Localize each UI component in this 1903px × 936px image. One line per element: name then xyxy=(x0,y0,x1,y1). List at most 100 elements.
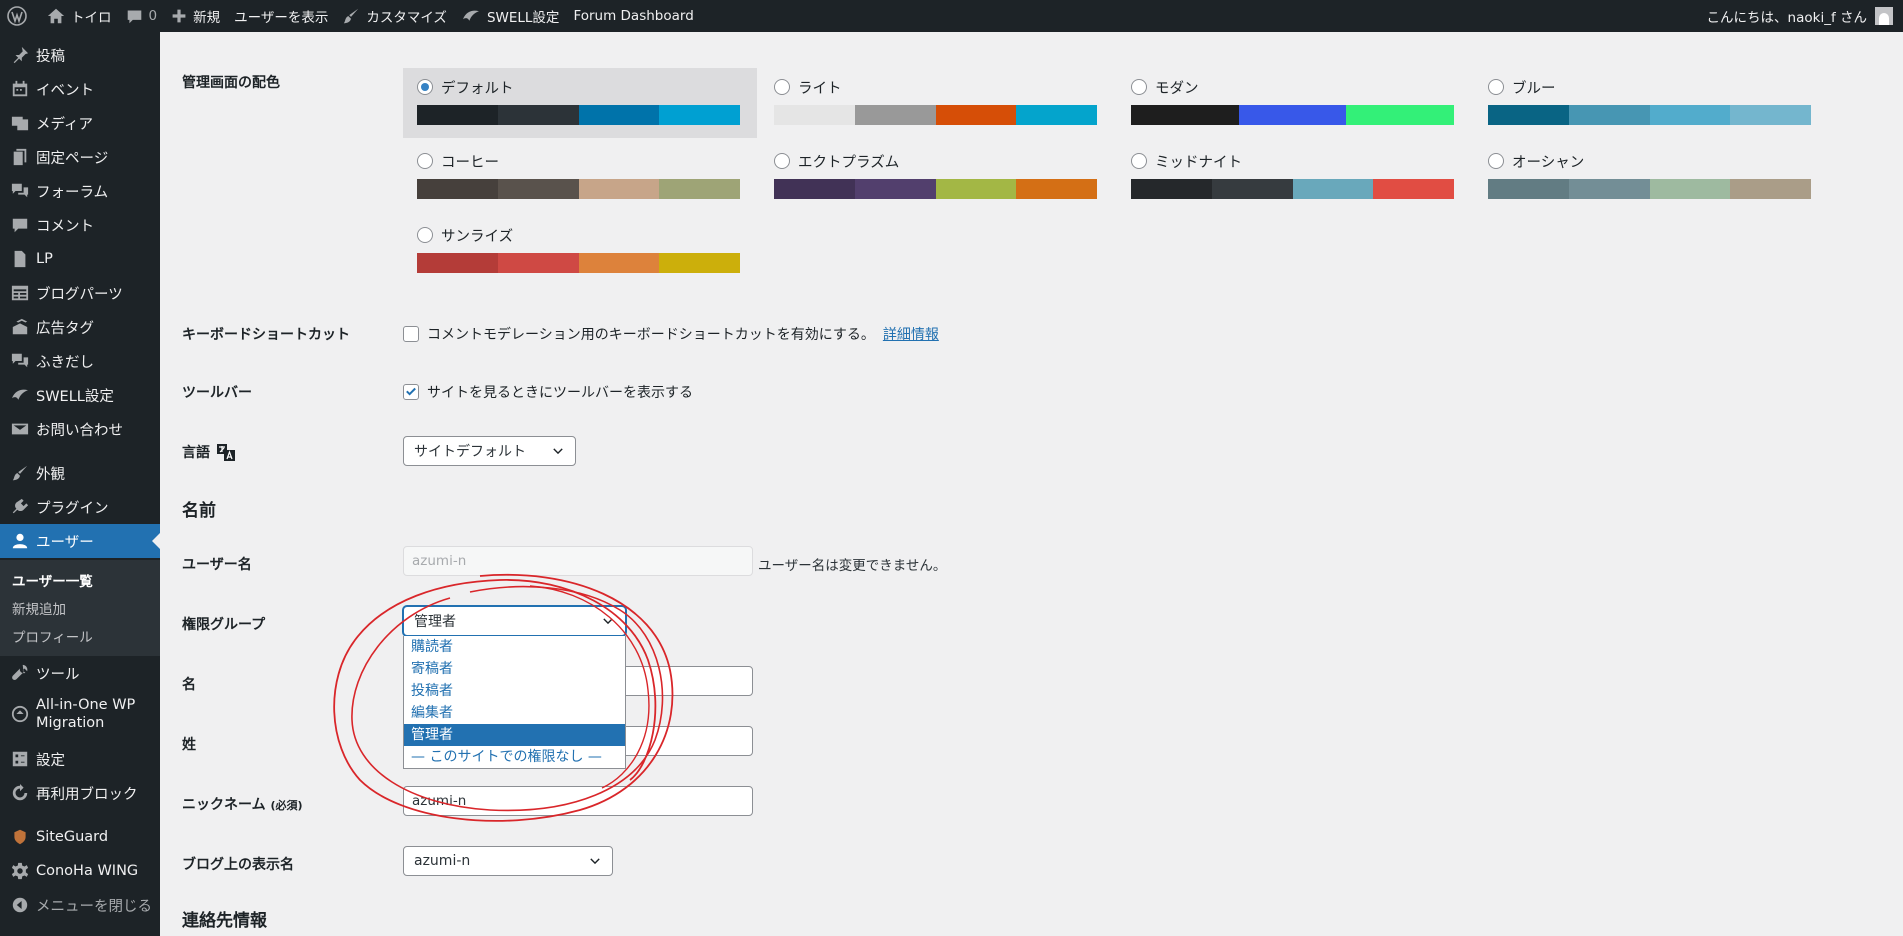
sidebar-item-appearance[interactable]: 外観 xyxy=(0,456,160,490)
sidebar-item-settings[interactable]: 設定 xyxy=(0,742,160,776)
sidebar-item-siteguard[interactable]: SiteGuard xyxy=(0,820,160,854)
sidebar-item-tools[interactable]: ツール xyxy=(0,656,160,690)
sidebar-item-lp[interactable]: LP xyxy=(0,242,160,276)
role-option-author[interactable]: 投稿者 xyxy=(404,680,625,702)
admin-sidebar: 投稿 イベント メディア 固定ページ フォーラム コメント LP ブログパーツ … xyxy=(0,32,160,936)
collapse-menu-button[interactable]: メニューを閉じる xyxy=(0,888,160,922)
sidebar-item-migration[interactable]: All-in-One WP Migration xyxy=(0,690,160,738)
shield-icon xyxy=(10,827,30,847)
role-option-editor[interactable]: 編集者 xyxy=(404,702,625,724)
settings-icon xyxy=(10,749,30,769)
sidebar-item-events[interactable]: イベント xyxy=(0,72,160,106)
view-user-link[interactable]: ユーザーを表示 xyxy=(227,0,335,32)
profile-form: 管理画面の配色 デフォルト ライト モダン ブルー コーヒー エクトプラズム ミ… xyxy=(160,32,1903,936)
scheme-radio[interactable] xyxy=(1131,79,1147,95)
role-option-none[interactable]: — このサイトでの権限なし — xyxy=(404,746,625,768)
sidebar-item-users[interactable]: ユーザー xyxy=(0,524,160,558)
role-option-contributor[interactable]: 寄稿者 xyxy=(404,658,625,680)
sidebar-item-reusable-blocks[interactable]: 再利用ブロック xyxy=(0,776,160,810)
my-account-link[interactable]: こんにちは、naoki_f さん xyxy=(1700,0,1893,32)
comment-icon xyxy=(10,215,30,235)
stack-icon xyxy=(10,317,30,337)
gear-icon xyxy=(10,861,30,881)
users-submenu: ユーザー一覧 新規追加 プロフィール xyxy=(0,560,160,656)
scheme-radio[interactable] xyxy=(417,227,433,243)
pin-icon xyxy=(10,45,30,65)
username-field: azumi-n xyxy=(403,546,753,576)
submenu-profile[interactable]: プロフィール xyxy=(0,624,160,652)
sidebar-item-swell[interactable]: SWELL設定 xyxy=(0,378,160,412)
table-icon xyxy=(10,283,30,303)
avatar xyxy=(1875,7,1893,25)
role-option-subscriber[interactable]: 購読者 xyxy=(404,636,625,658)
scheme-midnight[interactable]: ミッドナイト xyxy=(1117,142,1471,212)
sidebar-item-blog-parts[interactable]: ブログパーツ xyxy=(0,276,160,310)
sidebar-item-comments[interactable]: コメント xyxy=(0,208,160,242)
forum-dashboard-link[interactable]: Forum Dashboard xyxy=(566,0,700,32)
site-name-link[interactable]: トイロ xyxy=(40,0,119,32)
color-palette xyxy=(417,253,740,273)
scheme-default[interactable]: デフォルト xyxy=(403,68,757,138)
document-icon xyxy=(10,249,30,269)
sidebar-item-plugins[interactable]: プラグイン xyxy=(0,490,160,524)
keyboard-shortcuts-checkbox[interactable] xyxy=(403,326,419,342)
scheme-ectoplasm[interactable]: エクトプラズム xyxy=(760,142,1114,212)
sidebar-item-conoha[interactable]: ConoHa WING xyxy=(0,854,160,888)
wrench-icon xyxy=(10,663,30,683)
role-select[interactable]: 管理者 xyxy=(403,606,626,636)
sidebar-item-ad-tags[interactable]: 広告タグ xyxy=(0,310,160,344)
swell-settings-link[interactable]: SWELL設定 xyxy=(454,0,567,32)
scheme-radio[interactable] xyxy=(417,153,433,169)
submenu-add-new[interactable]: 新規追加 xyxy=(0,596,160,624)
scheme-ocean[interactable]: オーシャン xyxy=(1474,142,1828,212)
chevron-down-icon xyxy=(590,858,600,865)
display-name-label: ブログ上の表示名 xyxy=(182,857,294,873)
sidebar-item-contact[interactable]: お問い合わせ xyxy=(0,412,160,446)
comments-link[interactable]: 0 xyxy=(119,0,165,32)
plugin-icon xyxy=(10,497,30,517)
swell-icon xyxy=(462,10,479,21)
scheme-radio[interactable] xyxy=(1488,79,1504,95)
name-section-title: 名前 xyxy=(182,501,216,521)
first-name-label: 名 xyxy=(182,677,196,693)
language-select[interactable]: サイトデフォルト xyxy=(403,436,576,466)
color-palette xyxy=(1488,179,1811,199)
scheme-radio[interactable] xyxy=(774,79,790,95)
toolbar-checkbox[interactable] xyxy=(403,384,419,400)
plus-icon xyxy=(172,9,186,23)
customize-link[interactable]: カスタマイズ xyxy=(335,0,454,32)
scheme-modern[interactable]: モダン xyxy=(1117,68,1471,138)
color-palette xyxy=(1131,179,1454,199)
calendar-icon xyxy=(10,79,30,99)
more-info-link[interactable]: 詳細情報 xyxy=(883,324,939,344)
wordpress-logo-icon[interactable] xyxy=(0,0,40,32)
sidebar-item-pages[interactable]: 固定ページ xyxy=(0,140,160,174)
nickname-field[interactable]: azumi-n xyxy=(403,786,753,816)
sidebar-item-fukidashi[interactable]: ふきだし xyxy=(0,344,160,378)
scheme-blue[interactable]: ブルー xyxy=(1474,68,1828,138)
scheme-radio[interactable] xyxy=(774,153,790,169)
collapse-icon xyxy=(10,895,30,915)
scheme-coffee[interactable]: コーヒー xyxy=(403,142,757,212)
keyboard-shortcuts-label: キーボードショートカット xyxy=(182,327,350,343)
media-icon xyxy=(10,113,30,133)
migration-icon xyxy=(10,704,30,724)
last-name-label: 姓 xyxy=(182,737,196,753)
display-name-select[interactable]: azumi-n xyxy=(403,846,613,876)
color-palette xyxy=(1131,105,1455,125)
color-palette xyxy=(417,105,740,125)
role-dropdown-list: 購読者 寄稿者 投稿者 編集者 管理者 — このサイトでの権限なし — xyxy=(403,636,626,769)
scheme-sunrise[interactable]: サンライズ xyxy=(403,216,757,286)
submenu-user-list[interactable]: ユーザー一覧 xyxy=(0,568,160,596)
scheme-radio[interactable] xyxy=(1131,153,1147,169)
sidebar-item-media[interactable]: メディア xyxy=(0,106,160,140)
scheme-light[interactable]: ライト xyxy=(760,68,1114,138)
sidebar-item-forums[interactable]: フォーラム xyxy=(0,174,160,208)
forum-icon xyxy=(10,181,30,201)
new-content-link[interactable]: 新規 xyxy=(164,0,227,32)
scheme-radio[interactable] xyxy=(1488,153,1504,169)
user-icon xyxy=(10,531,30,551)
role-option-administrator[interactable]: 管理者 xyxy=(404,724,625,746)
sidebar-item-posts[interactable]: 投稿 xyxy=(0,38,160,72)
scheme-radio[interactable] xyxy=(417,79,433,95)
